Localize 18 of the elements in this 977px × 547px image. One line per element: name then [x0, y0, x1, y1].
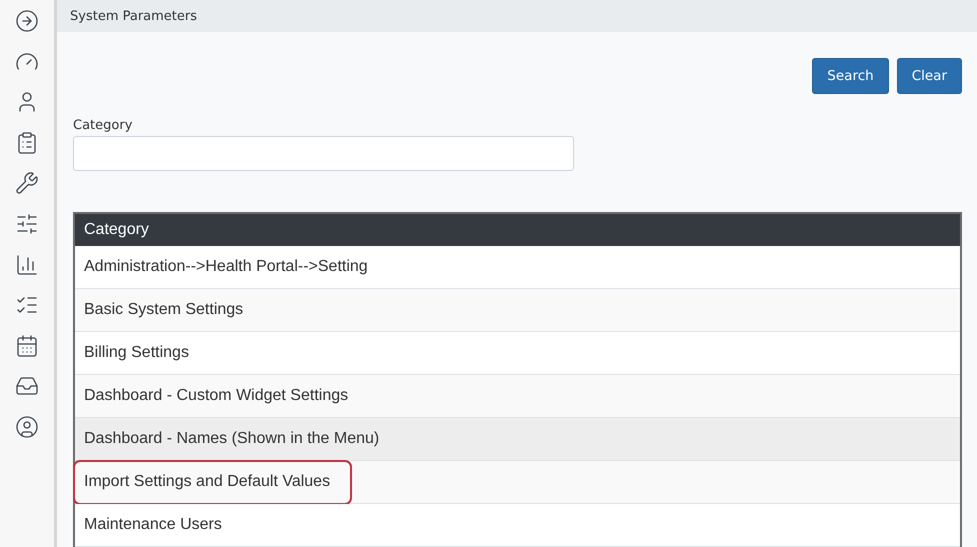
table-cell: Dashboard - Custom Widget Settings — [84, 387, 348, 405]
table-row[interactable]: Maintenance Users — [75, 504, 960, 547]
table-cell: Administration-->Health Portal-->Setting — [84, 258, 368, 276]
table-cell: Import Settings and Default Values — [84, 473, 330, 491]
table-cell: Dashboard - Names (Shown in the Menu) — [84, 430, 380, 448]
field-label: Category — [73, 118, 132, 133]
table-row[interactable]: Billing Settings — [75, 332, 960, 375]
table-cell: Basic System Settings — [84, 301, 244, 319]
table-cell: Maintenance Users — [84, 516, 222, 534]
category-field[interactable] — [73, 136, 574, 171]
search-button[interactable]: Search — [812, 58, 889, 94]
table-row[interactable]: Administration-->Health Portal-->Setting — [75, 246, 960, 289]
page-title: System Parameters — [70, 8, 198, 24]
clear-button[interactable]: Clear — [896, 58, 962, 94]
table-row[interactable]: Dashboard - Names (Shown in the Menu) — [75, 418, 960, 461]
table-row[interactable]: Import Settings and Default Values — [75, 461, 960, 504]
table-cell: Billing Settings — [84, 344, 189, 362]
column-header: Category — [75, 214, 960, 246]
